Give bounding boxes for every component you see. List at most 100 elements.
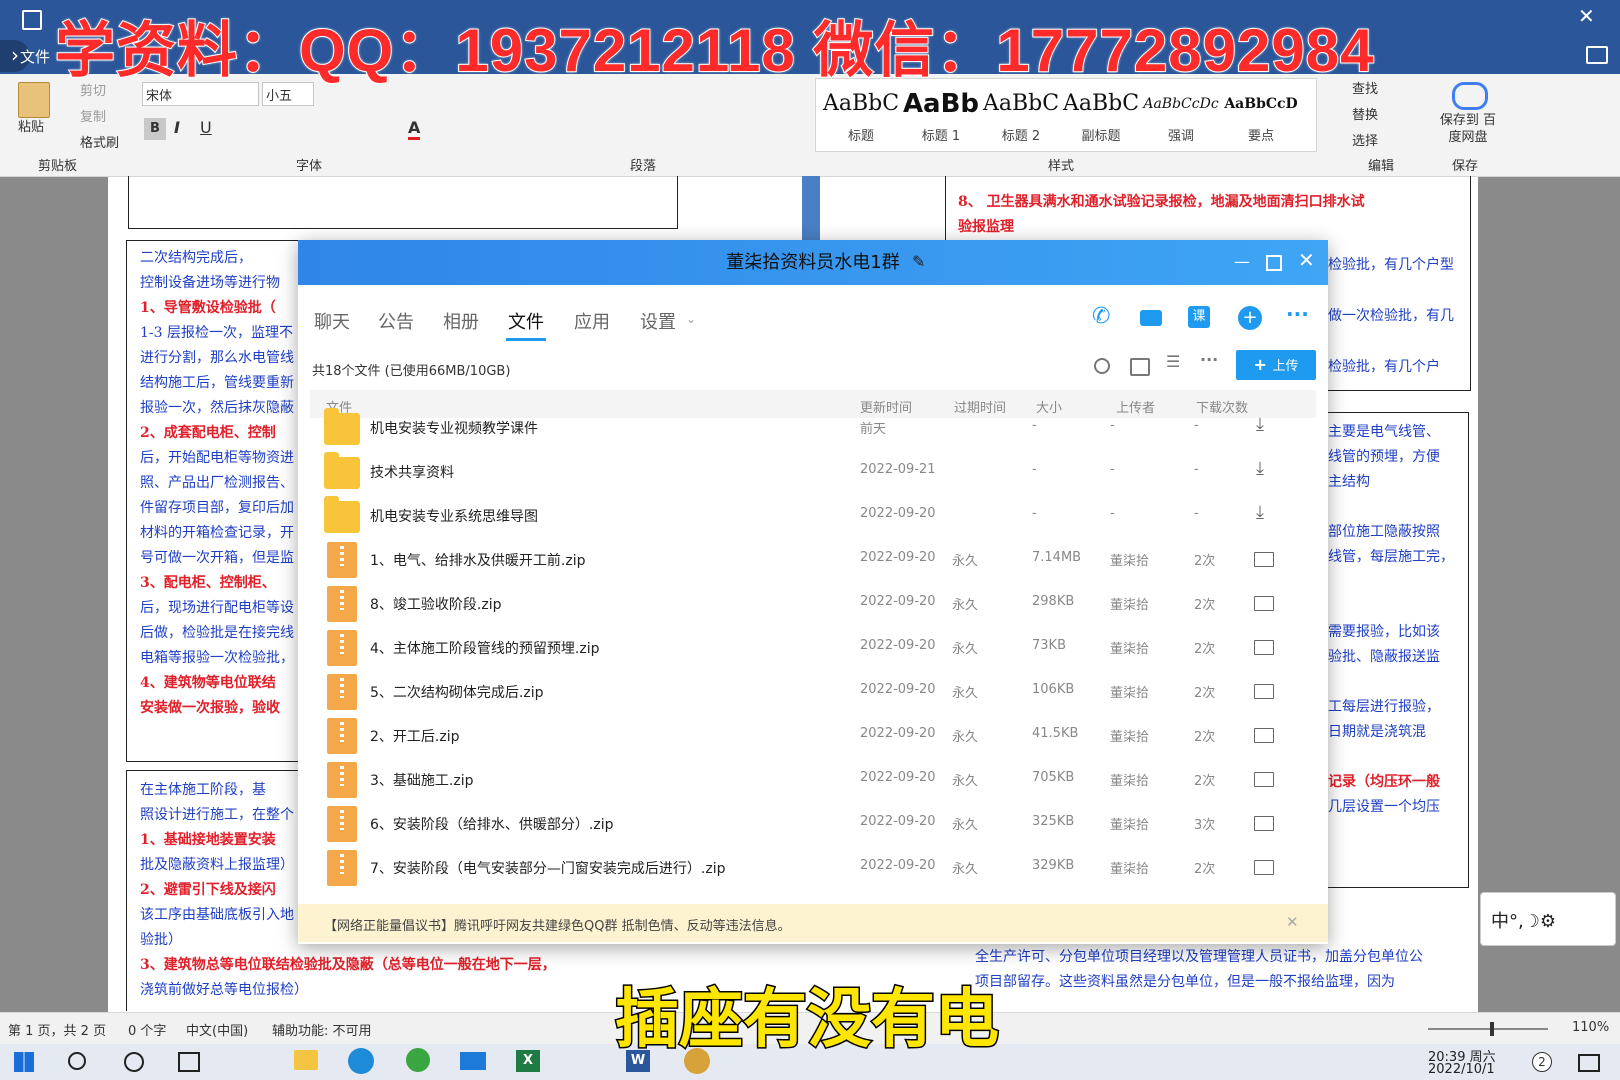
file-row[interactable]: 5、二次结构砌体完成后.zip 2022-09-20 永久 106KB 董柒拾 2次 — [310, 670, 1316, 715]
edit-title-icon[interactable]: ✎ — [912, 252, 925, 271]
accessibility-status[interactable]: 辅助功能: 不可用 — [272, 1020, 372, 1039]
format-painter-button[interactable]: 格式刷 — [80, 132, 119, 151]
notification-badge[interactable]: 2 — [1532, 1052, 1552, 1072]
file-name[interactable]: 2、开工后.zip — [370, 726, 459, 746]
word-count[interactable]: 0 个字 — [128, 1020, 166, 1039]
file-name[interactable]: 8、竣工验收阶段.zip — [370, 594, 501, 614]
file-name[interactable]: 技术共享资料 — [370, 462, 454, 482]
download-icon[interactable]: ⤓ — [1256, 414, 1264, 435]
baidu-cloud-icon[interactable] — [1452, 82, 1488, 110]
open-folder-icon[interactable] — [1254, 684, 1274, 699]
add-icon[interactable]: + — [1238, 306, 1262, 330]
style-heading-2[interactable]: AaBbC 标题 2 — [982, 87, 1060, 151]
class-icon[interactable]: 课 — [1188, 306, 1210, 328]
italic-button[interactable]: I — [174, 118, 180, 137]
save-to-baidu-button[interactable]: 保存到 百度网盘 — [1438, 112, 1498, 146]
inbox-icon[interactable] — [1130, 358, 1150, 376]
more-icon[interactable]: ··· — [1286, 302, 1309, 326]
file-name[interactable]: 6、安装阶段（给排水、供暖部分）.zip — [370, 814, 613, 834]
copy-button[interactable]: 复制 — [80, 106, 106, 125]
tab-notice[interactable]: 公告 — [378, 308, 414, 334]
file-row[interactable]: 1、电气、给排水及供暖开工前.zip 2022-09-20 永久 7.14MB 董柒拾 2… — [310, 538, 1316, 583]
open-folder-icon[interactable] — [1254, 816, 1274, 831]
file-row[interactable]: 3、基础施工.zip 2022-09-20 永久 705KB 董柒拾 2次 — [310, 758, 1316, 803]
language[interactable]: 中文(中国) — [186, 1020, 248, 1039]
tab-file[interactable]: 文件 — [20, 46, 50, 67]
upload-button[interactable]: + 上传 — [1236, 350, 1316, 380]
font-group-label: 字体 — [296, 159, 323, 174]
tray-date[interactable]: 2022/10/1 — [1428, 1062, 1495, 1077]
font-color-icon[interactable]: A — [408, 118, 421, 140]
minimize-icon[interactable]: — — [1234, 252, 1250, 271]
explorer-icon[interactable] — [294, 1050, 318, 1070]
style-emphasis[interactable]: AaBbCcDc 强调 — [1142, 87, 1220, 151]
file-name[interactable]: 7、安装阶段（电气安装部分—门窗安装完成后进行）.zip — [370, 858, 725, 878]
open-folder-icon[interactable] — [1254, 552, 1274, 567]
file-name[interactable]: 3、基础施工.zip — [370, 770, 473, 790]
ime-toolbar[interactable]: 中°,☽⚙ — [1480, 892, 1616, 946]
underline-button[interactable]: U — [200, 118, 212, 137]
file-row[interactable]: 6、安装阶段（给排水、供暖部分）.zip 2022-09-20 永久 325KB 董柒拾… — [310, 802, 1316, 847]
zoom-level[interactable]: 110% — [1572, 1020, 1609, 1035]
open-folder-icon[interactable] — [1254, 640, 1274, 655]
video-icon[interactable] — [1140, 310, 1162, 326]
file-name[interactable]: 1、电气、给排水及供暖开工前.zip — [370, 550, 585, 570]
file-name[interactable]: 机电安装专业视频教学课件 — [370, 418, 538, 438]
open-folder-icon[interactable] — [1254, 860, 1274, 875]
file-size: 73KB — [1032, 638, 1066, 653]
mail-icon[interactable] — [460, 1052, 486, 1070]
zoom-slider[interactable] — [1428, 1022, 1548, 1036]
task-view-icon[interactable] — [178, 1052, 200, 1072]
close-window-icon[interactable]: ✕ — [1578, 4, 1595, 28]
phone-icon[interactable]: ✆ — [1092, 304, 1110, 329]
style-title[interactable]: AaBbC 标题 — [822, 87, 900, 151]
comment-icon[interactable] — [1586, 46, 1608, 64]
file-row[interactable]: 机电安装专业系统思维导图 2022-09-20 - - - ⤓ — [310, 494, 1316, 539]
style-subtitle[interactable]: AaBbC 副标题 — [1062, 87, 1140, 151]
style-key-point[interactable]: AaBbCcD 要点 — [1222, 87, 1300, 151]
file-row[interactable]: 2、开工后.zip 2022-09-20 永久 41.5KB 董柒拾 2次 — [310, 714, 1316, 759]
cortana-icon[interactable] — [124, 1052, 144, 1072]
style-heading-1[interactable]: AaBb 标题 1 — [902, 87, 980, 151]
action-center-icon[interactable] — [1578, 1054, 1600, 1072]
open-folder-icon[interactable] — [1254, 772, 1274, 787]
page-count[interactable]: 第 1 页，共 2 页 — [8, 1020, 106, 1039]
tab-chat[interactable]: 聊天 — [314, 308, 350, 334]
file-name[interactable]: 4、主体施工阶段管线的预留预埋.zip — [370, 638, 599, 658]
notice-close-icon[interactable]: ✕ — [1286, 913, 1299, 931]
chevron-down-icon[interactable]: ⌄ — [686, 312, 696, 326]
doc-left-text: 二次结构完成后， 控制设备进场等进行物 1、导管敷设检验批（ 1-3 层报检一次，监理… — [140, 246, 300, 721]
tab-album[interactable]: 相册 — [443, 308, 479, 334]
maximize-icon[interactable] — [1266, 255, 1282, 271]
file-row[interactable]: 7、安装阶段（电气安装部分—门窗安装完成后进行）.zip 2022-09-20 永久… — [310, 846, 1316, 891]
paste-icon[interactable] — [18, 82, 50, 118]
ie-icon[interactable] — [406, 1048, 430, 1072]
download-icon[interactable]: ⤓ — [1256, 458, 1264, 479]
file-name[interactable]: 5、二次结构砌体完成后.zip — [370, 682, 543, 702]
tab-files[interactable]: 文件 — [508, 308, 544, 334]
tab-apps[interactable]: 应用 — [574, 308, 610, 334]
search-icon[interactable] — [68, 1052, 86, 1070]
select-button[interactable]: 选择 — [1352, 130, 1378, 149]
tab-settings[interactable]: 设置 — [640, 308, 676, 334]
file-row[interactable]: 8、竣工验收阶段.zip 2022-09-20 永久 298KB 董柒拾 2次 — [310, 582, 1316, 627]
file-name[interactable]: 机电安装专业系统思维导图 — [370, 506, 538, 526]
replace-button[interactable]: 替换 — [1352, 104, 1378, 123]
file-row[interactable]: 机电安装专业视频教学课件 前天 - - - ⤓ — [310, 406, 1316, 451]
open-folder-icon[interactable] — [1254, 596, 1274, 611]
list-view-icon[interactable]: ☰ — [1166, 352, 1180, 371]
save-icon[interactable] — [22, 10, 42, 30]
file-row[interactable]: 4、主体施工阶段管线的预留预埋.zip 2022-09-20 永久 73KB 董柒拾 2次 — [310, 626, 1316, 671]
search-icon[interactable] — [1094, 358, 1110, 374]
close-icon[interactable]: ✕ — [1298, 248, 1315, 272]
edge-icon[interactable] — [348, 1048, 374, 1074]
windows-start-icon[interactable] — [14, 1052, 34, 1072]
download-icon[interactable]: ⤓ — [1256, 502, 1264, 523]
excel-icon[interactable]: X — [516, 1050, 540, 1072]
file-row[interactable]: 技术共享资料 2022-09-21 - - - ⤓ — [310, 450, 1316, 495]
bold-button[interactable]: B — [144, 118, 166, 140]
zoom-thumb[interactable] — [1490, 1022, 1494, 1036]
more-options-icon[interactable]: ··· — [1200, 350, 1218, 369]
open-folder-icon[interactable] — [1254, 728, 1274, 743]
paste-button[interactable]: 粘贴 — [18, 116, 44, 135]
